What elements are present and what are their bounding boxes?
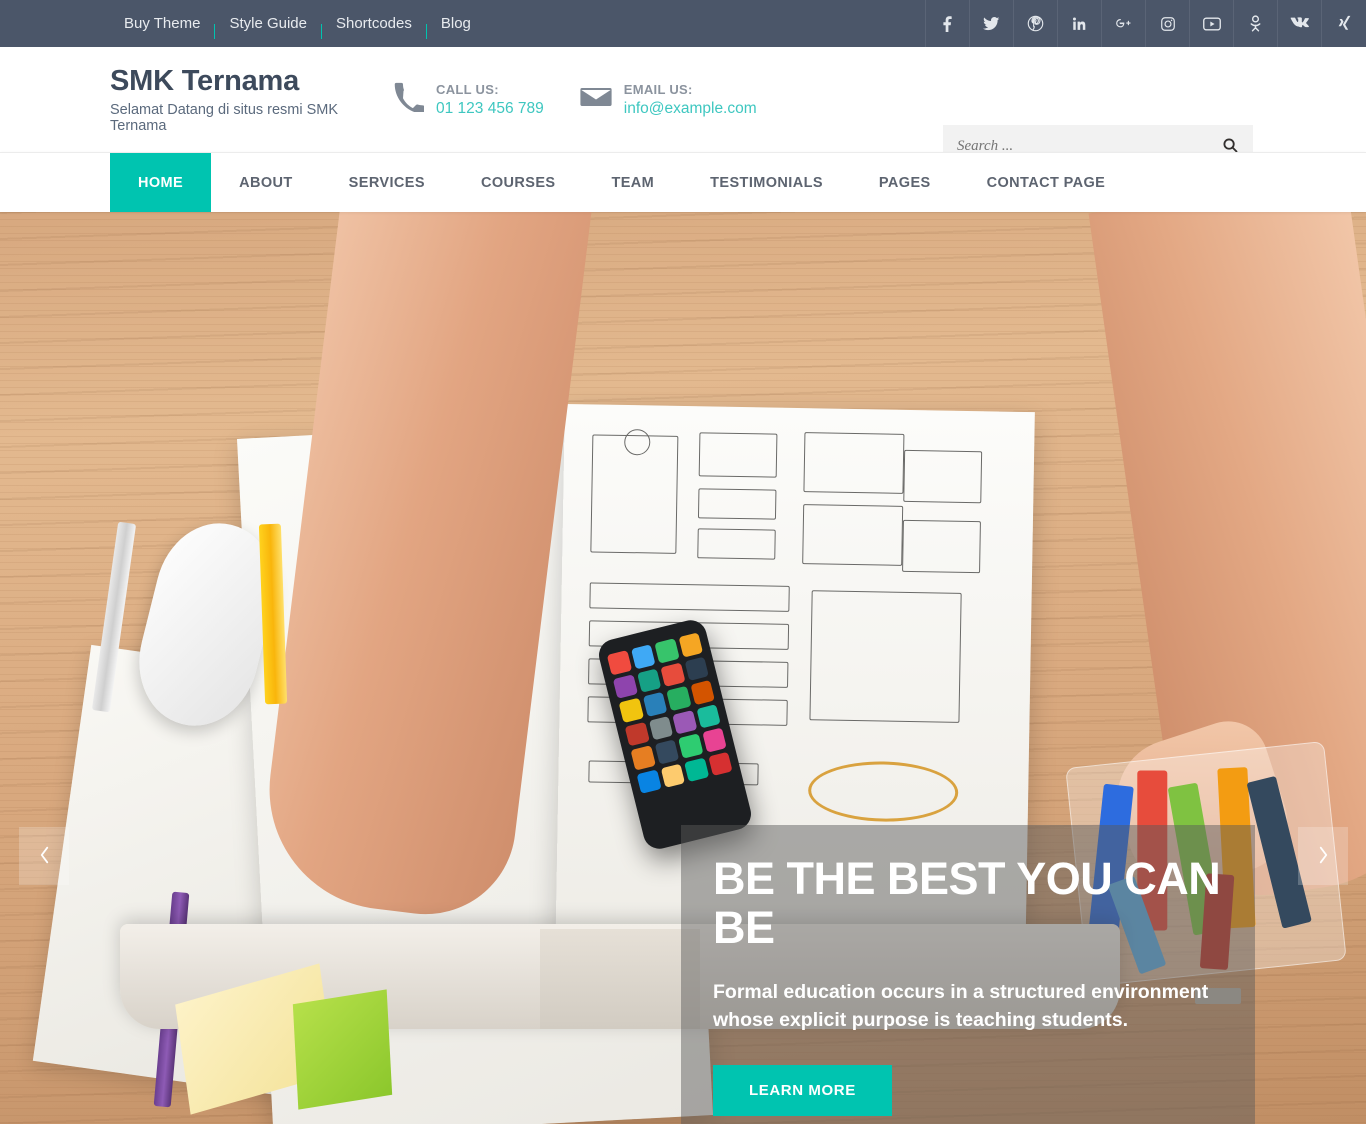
- nav-item-services[interactable]: SERVICES: [321, 153, 453, 212]
- topbar-link-buy-theme[interactable]: Buy Theme: [110, 0, 214, 47]
- chevron-left-icon: [37, 844, 52, 869]
- top-bar-links: Buy Theme Style Guide Shortcodes Blog: [0, 0, 485, 47]
- top-bar: Buy Theme Style Guide Shortcodes Blog: [0, 0, 1366, 47]
- site-header: SMK Ternama Selamat Datang di situs resm…: [0, 47, 1366, 168]
- vk-icon[interactable]: [1278, 0, 1322, 47]
- hero-slider: BE THE BEST YOU CAN BE Formal education …: [0, 212, 1366, 1124]
- brand-subtitle: Selamat Datang di situs resmi SMK Ternam…: [110, 102, 339, 135]
- xing-icon[interactable]: [1322, 0, 1366, 47]
- brand[interactable]: SMK Ternama Selamat Datang di situs resm…: [0, 65, 390, 134]
- topbar-link-style-guide[interactable]: Style Guide: [215, 0, 321, 47]
- topbar-link-blog[interactable]: Blog: [427, 0, 485, 47]
- hero-caption: BE THE BEST YOU CAN BE Formal education …: [681, 825, 1255, 1124]
- email-us-label: EMAIL US:: [623, 82, 693, 98]
- instagram-icon[interactable]: [1146, 0, 1190, 47]
- email-address[interactable]: info@example.com: [624, 99, 757, 118]
- nav-item-testimonials[interactable]: TESTIMONIALS: [682, 153, 851, 212]
- youtube-icon[interactable]: [1190, 0, 1234, 47]
- topbar-link-shortcodes[interactable]: Shortcodes: [322, 0, 426, 47]
- google-plus-icon[interactable]: [1102, 0, 1146, 47]
- social-links: [925, 0, 1366, 47]
- phone-icon: [394, 82, 425, 117]
- slider-next-button[interactable]: [1298, 827, 1348, 885]
- facebook-icon[interactable]: [926, 0, 970, 47]
- page-title: SMK Ternama: [110, 64, 300, 97]
- nav-item-about[interactable]: ABOUT: [211, 153, 321, 212]
- nav-item-team[interactable]: TEAM: [583, 153, 682, 212]
- learn-more-button[interactable]: LEARN MORE: [713, 1064, 892, 1116]
- twitter-icon[interactable]: [970, 0, 1014, 47]
- hero-description: Formal education occurs in a structured …: [713, 981, 1209, 1032]
- sticky-note-green: [292, 989, 393, 1110]
- hero-title: BE THE BEST YOU CAN BE: [713, 853, 1221, 953]
- nav-item-home[interactable]: HOME: [110, 153, 212, 212]
- phone-number[interactable]: 01 123 456 789: [436, 99, 544, 118]
- nav-item-contact-page[interactable]: CONTACT PAGE: [959, 153, 1134, 212]
- pinterest-icon[interactable]: [1014, 0, 1058, 47]
- chevron-right-icon: [1316, 844, 1331, 869]
- main-nav: HOME ABOUT SERVICES COURSES TEAM TESTIMO…: [0, 152, 1366, 212]
- nav-item-courses[interactable]: COURSES: [453, 153, 584, 212]
- contact-info: CALL US: 01 123 456 789 EMAIL US: info@e…: [394, 81, 757, 118]
- nav-item-pages[interactable]: PAGES: [851, 153, 959, 212]
- slider-prev-button[interactable]: [19, 827, 69, 885]
- linkedin-icon[interactable]: [1058, 0, 1102, 47]
- email-us-block: EMAIL US: info@example.com: [580, 81, 757, 118]
- odnoklassniki-icon[interactable]: [1234, 0, 1278, 47]
- call-us-label: CALL US:: [436, 82, 499, 98]
- imac-stand: [540, 929, 700, 1029]
- call-us-block: CALL US: 01 123 456 789: [394, 81, 544, 118]
- envelope-icon: [580, 85, 612, 114]
